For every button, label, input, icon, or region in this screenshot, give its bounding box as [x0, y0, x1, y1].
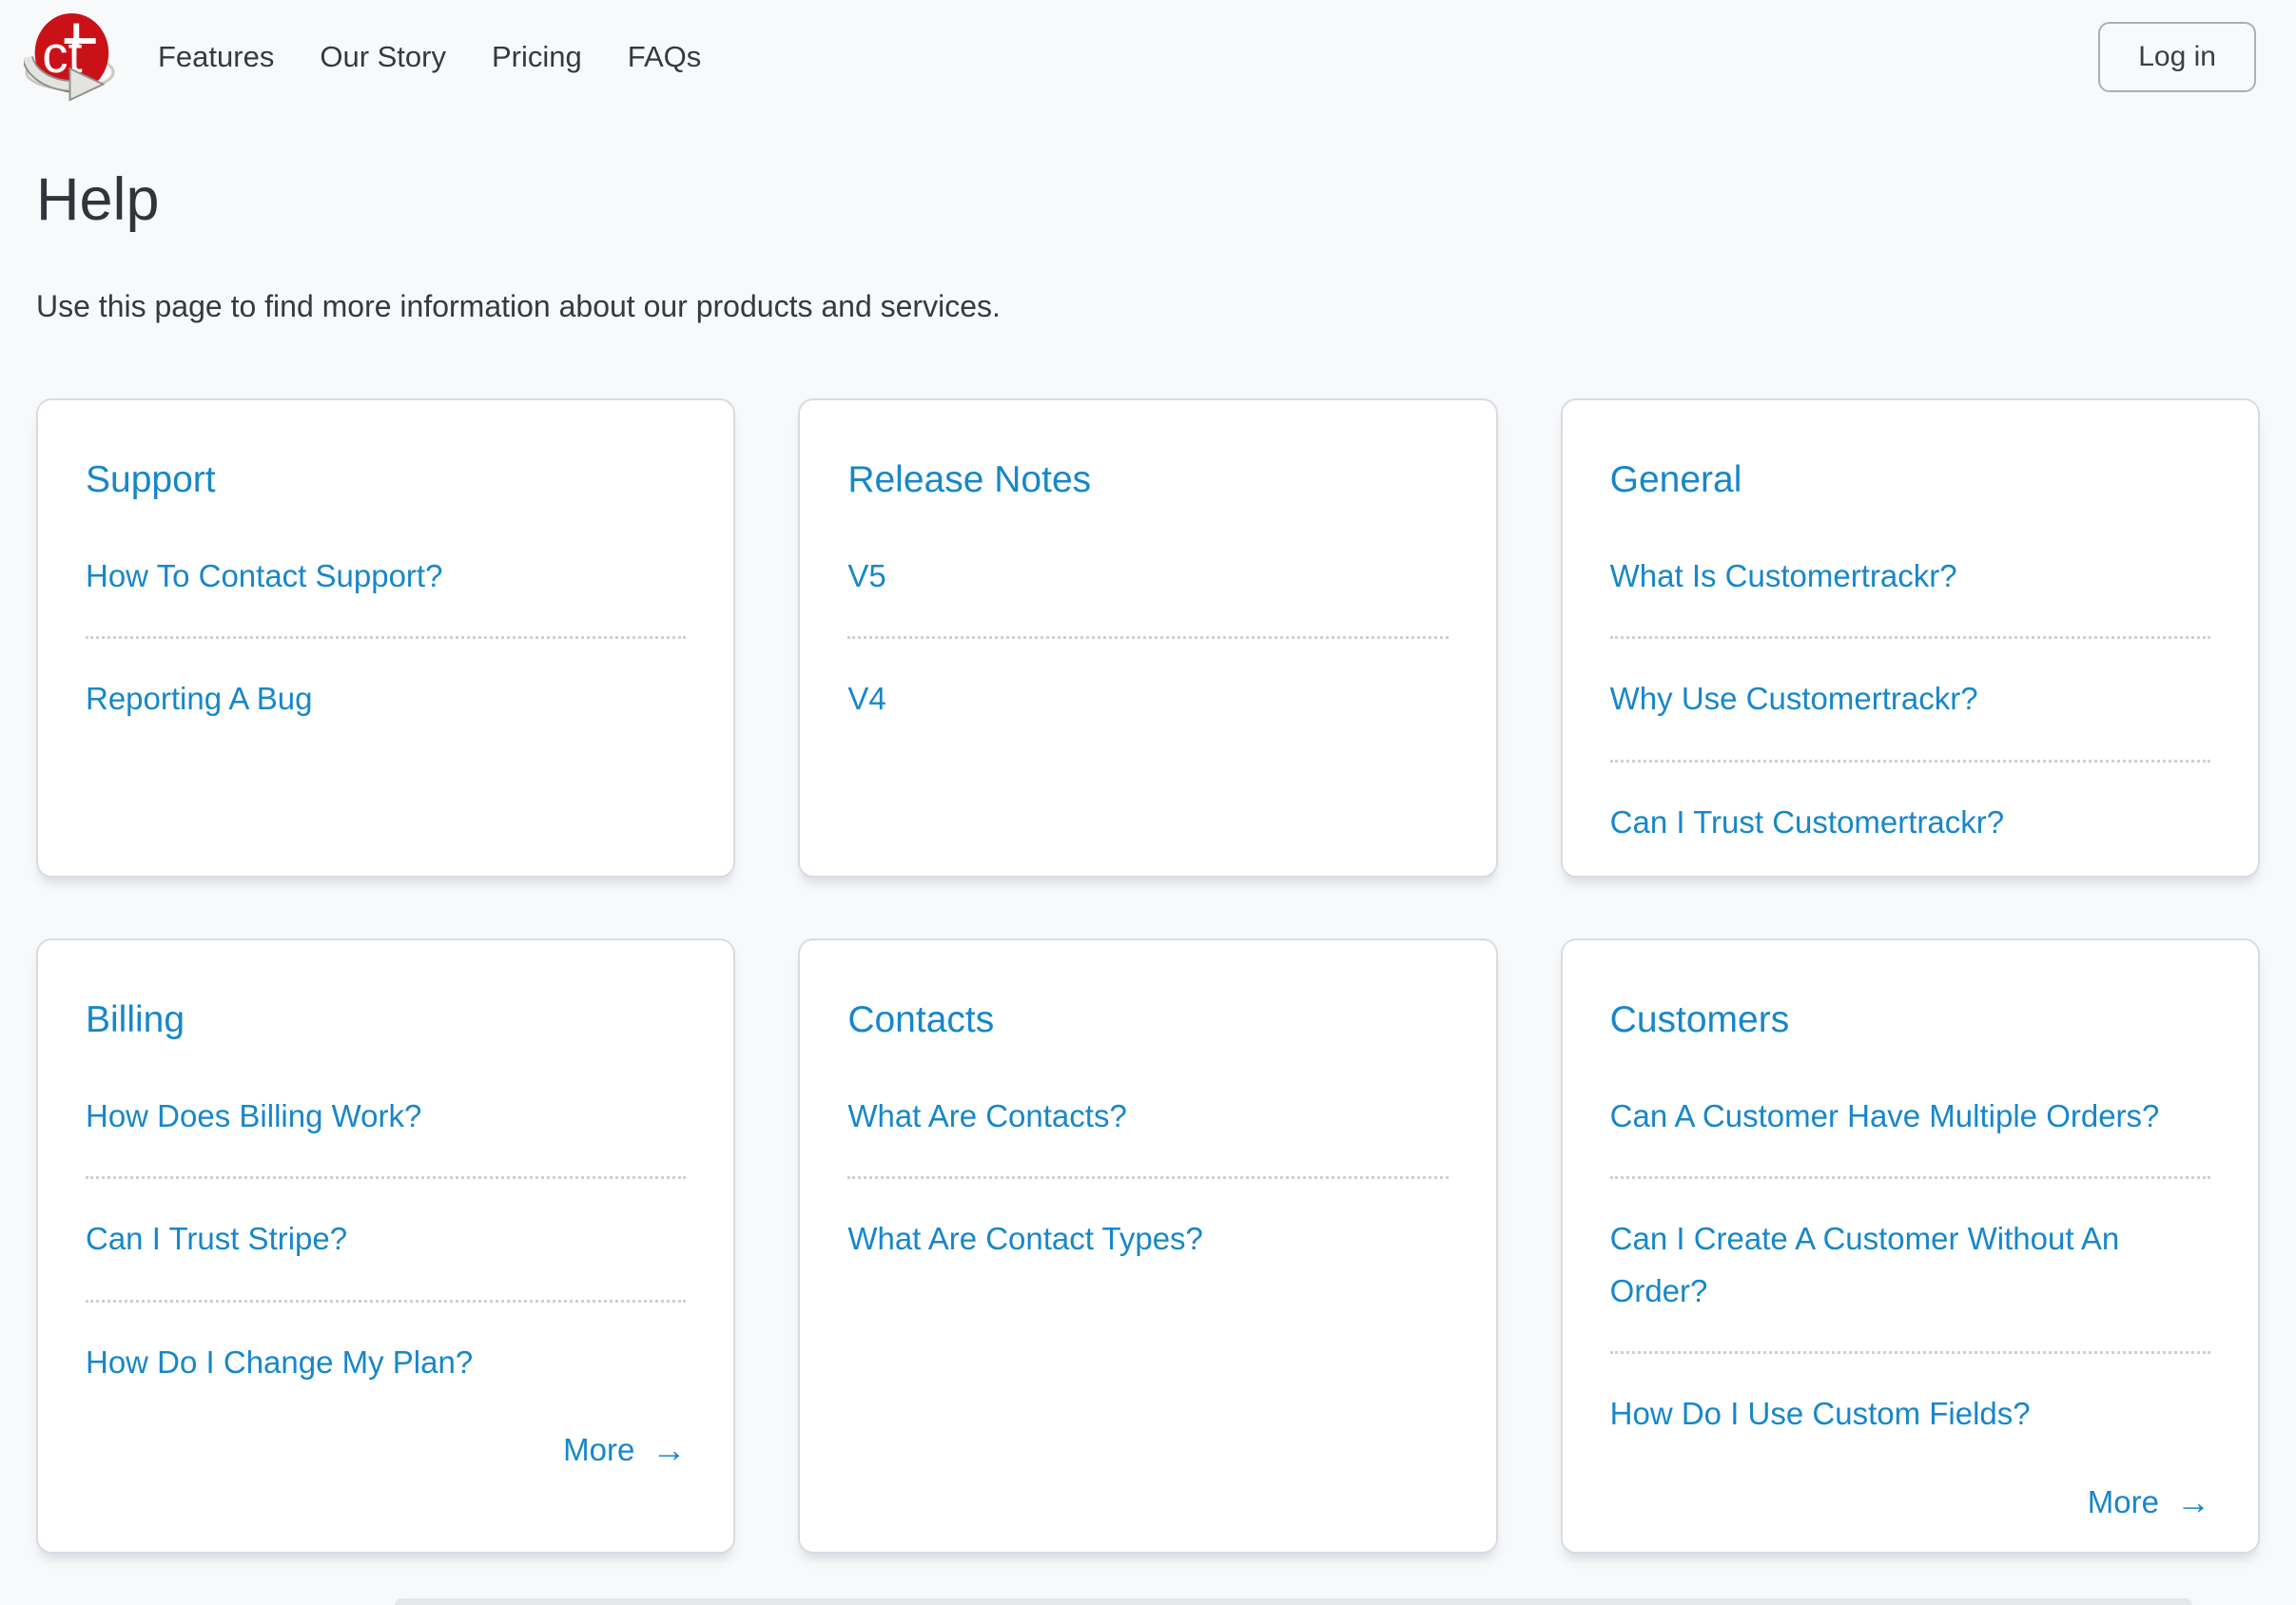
- card-title-contacts: Contacts: [847, 999, 1448, 1041]
- help-page: Help Use this page to find more informat…: [0, 165, 2296, 1554]
- right-arrow-icon: →: [652, 1433, 686, 1467]
- billing-more-link[interactable]: More →: [563, 1432, 686, 1468]
- top-nav: ct Features Our Story Pricing FAQs Log i…: [0, 0, 2296, 114]
- main-nav-links: Features Our Story Pricing FAQs: [116, 40, 701, 74]
- card-links: How To Contact Support? Reporting A Bug: [86, 516, 686, 760]
- help-article-link[interactable]: Can A Customer Have Multiple Orders?: [1610, 1056, 2210, 1176]
- customertrackr-logo[interactable]: ct: [24, 11, 116, 104]
- card-links: What Is Customertrackr? Why Use Customer…: [1610, 516, 2210, 878]
- card-links: V5 V4: [847, 516, 1448, 760]
- card-links: What Are Contacts? What Are Contact Type…: [847, 1056, 1448, 1300]
- card-title-billing: Billing: [86, 999, 686, 1041]
- help-article-link[interactable]: Can I Trust Customertrackr?: [1610, 760, 2210, 878]
- help-article-link[interactable]: How Do I Change My Plan?: [86, 1300, 686, 1422]
- nav-item-our-story[interactable]: Our Story: [320, 40, 446, 74]
- more-label: More: [563, 1432, 634, 1468]
- more-row: More →: [1610, 1475, 2210, 1520]
- help-card-release-notes: Release Notes V5 V4: [798, 398, 1497, 878]
- nav-item-pricing[interactable]: Pricing: [492, 40, 582, 74]
- help-article-link[interactable]: V4: [847, 636, 1448, 759]
- help-article-link[interactable]: Can I Trust Stripe?: [86, 1176, 686, 1299]
- card-links: Can A Customer Have Multiple Orders? Can…: [1610, 1056, 2210, 1475]
- card-title-customers: Customers: [1610, 999, 2210, 1041]
- help-article-link[interactable]: What Is Customertrackr?: [1610, 516, 2210, 636]
- card-links: How Does Billing Work? Can I Trust Strip…: [86, 1056, 686, 1422]
- log-in-button[interactable]: Log in: [2098, 22, 2256, 92]
- help-article-link[interactable]: Why Use Customertrackr?: [1610, 636, 2210, 759]
- help-article-link[interactable]: What Are Contact Types?: [847, 1176, 1448, 1299]
- help-article-link[interactable]: How Does Billing Work?: [86, 1056, 686, 1176]
- help-card-general: General What Is Customertrackr? Why Use …: [1561, 398, 2260, 878]
- card-title-support: Support: [86, 459, 686, 501]
- footer-top-edge: [395, 1598, 2192, 1605]
- more-row: More →: [86, 1422, 686, 1468]
- customers-more-link[interactable]: More →: [2088, 1484, 2210, 1520]
- page-title: Help: [36, 165, 2260, 234]
- help-article-link[interactable]: Can I Create A Customer Without An Order…: [1610, 1176, 2210, 1351]
- card-title-general: General: [1610, 459, 2210, 501]
- customertrackr-logo-icon: ct: [24, 11, 116, 104]
- more-label: More: [2088, 1484, 2159, 1520]
- nav-item-faqs[interactable]: FAQs: [628, 40, 702, 74]
- help-card-contacts: Contacts What Are Contacts? What Are Con…: [798, 938, 1497, 1554]
- page-subtitle: Use this page to find more information a…: [36, 289, 2260, 324]
- help-article-link[interactable]: How To Contact Support?: [86, 516, 686, 636]
- help-article-link[interactable]: Reporting A Bug: [86, 636, 686, 759]
- help-article-link[interactable]: V5: [847, 516, 1448, 636]
- help-card-support: Support How To Contact Support? Reportin…: [36, 398, 735, 878]
- card-title-release-notes: Release Notes: [847, 459, 1448, 501]
- help-cards-grid: Support How To Contact Support? Reportin…: [36, 398, 2260, 1554]
- help-article-link[interactable]: How Do I Use Custom Fields?: [1610, 1351, 2210, 1474]
- help-card-billing: Billing How Does Billing Work? Can I Tru…: [36, 938, 735, 1554]
- right-arrow-icon: →: [2176, 1485, 2210, 1519]
- help-card-customers: Customers Can A Customer Have Multiple O…: [1561, 938, 2260, 1554]
- nav-item-features[interactable]: Features: [158, 40, 274, 74]
- help-article-link[interactable]: What Are Contacts?: [847, 1056, 1448, 1176]
